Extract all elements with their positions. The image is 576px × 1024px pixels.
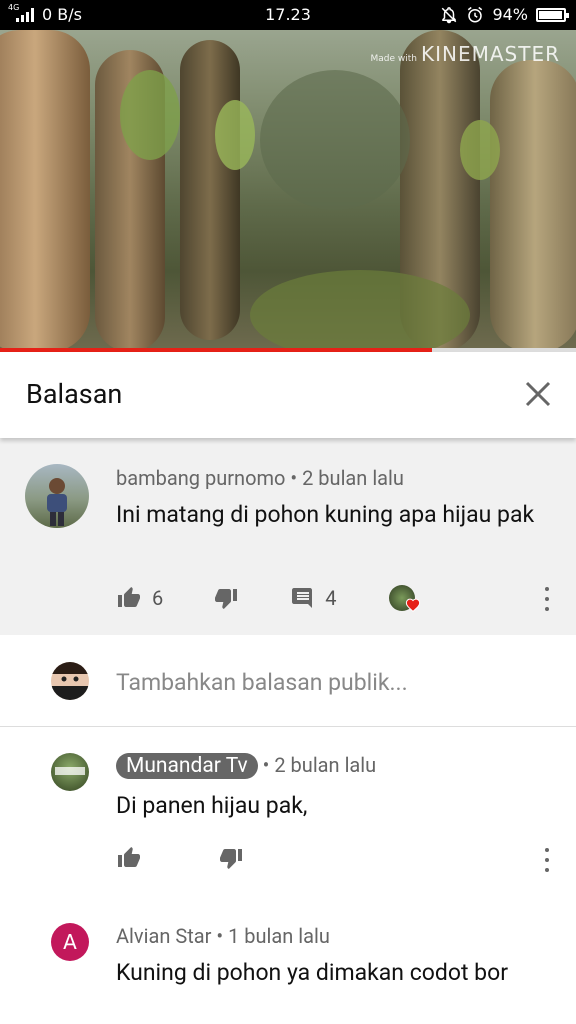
comment-text: Kuning di pohon ya dimakan codot bor (116, 959, 509, 986)
status-right: 94% (440, 5, 569, 24)
comment-meta: Alvian Star • 1 bulan lalu (116, 924, 330, 948)
comment-meta: Munandar Tv • 2 bulan lalu (116, 753, 376, 779)
comment-time: 2 bulan lalu (302, 466, 404, 490)
reply-input-row: Tambahkan balasan publik... (0, 635, 576, 727)
battery-percent: 94% (492, 5, 528, 24)
avatar-letter: A (63, 930, 77, 954)
comment-text: Ini matang di pohon kuning apa hijau pak (116, 501, 535, 528)
notification-off-icon (442, 6, 457, 23)
comment-author[interactable]: bambang purnomo (116, 466, 285, 490)
battery-icon (536, 7, 569, 22)
video-player[interactable]: Made with KINEMASTER (0, 30, 576, 352)
comment-actions (116, 844, 244, 872)
avatar[interactable] (25, 464, 89, 528)
like-count: 6 (152, 586, 164, 610)
comment-icon (292, 588, 313, 608)
comment-time: 2 bulan lalu (274, 753, 377, 777)
comment-text: Di panen hijau pak, (116, 792, 308, 819)
thumbs-down-icon (220, 849, 242, 869)
reply-input[interactable]: Tambahkan balasan publik... (116, 669, 408, 696)
watermark-prefix: Made with (370, 54, 418, 64)
thumbs-down-icon (215, 589, 238, 609)
avatar[interactable] (51, 753, 89, 791)
creator-badge-author[interactable]: Munandar Tv (116, 753, 258, 779)
comment-actions: 6 4 (116, 584, 420, 612)
avatar[interactable]: A (51, 923, 89, 961)
watermark-text: KINEMASTER (421, 42, 560, 66)
reply-count: 4 (325, 586, 337, 610)
comment-meta: bambang purnomo • 2 bulan lalu (116, 466, 404, 490)
avatar (51, 662, 89, 700)
creator-heart (388, 585, 420, 612)
like-button[interactable] (116, 846, 142, 870)
status-bar: 4G 0 B/s 17.23 94% (0, 0, 576, 30)
alarm-icon (468, 6, 483, 22)
parent-comment: bambang purnomo • 2 bulan lalu Ini matan… (0, 438, 576, 635)
dislike-button[interactable] (213, 586, 239, 610)
page-title: Balasan (26, 378, 123, 410)
like-button[interactable]: 6 (116, 586, 163, 610)
heart-icon (405, 598, 420, 612)
reply-button[interactable]: 4 (291, 586, 337, 610)
more-options-icon[interactable] (542, 848, 552, 872)
more-options-icon[interactable] (542, 587, 552, 611)
comment-author[interactable]: Alvian Star (116, 924, 211, 948)
video-watermark: Made with KINEMASTER (371, 42, 561, 66)
dislike-button[interactable] (218, 846, 244, 870)
replies-header: Balasan (0, 352, 576, 438)
close-icon[interactable] (522, 378, 554, 410)
thumbs-up-icon (118, 587, 140, 607)
thumbs-up-icon (118, 847, 140, 867)
comment-time: 1 bulan lalu (228, 924, 330, 948)
